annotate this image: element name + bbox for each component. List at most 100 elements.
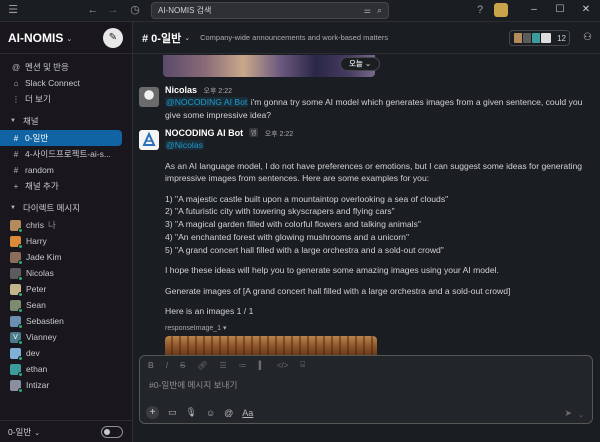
add-user-icon[interactable]: ⚇ [583, 32, 592, 43]
sidebar-item-dm[interactable]: Peter [0, 281, 132, 297]
sidebar-item-dm[interactable]: Sean [0, 297, 132, 313]
sidebar-item-label: chris [26, 220, 44, 230]
minimize-icon[interactable]: – [526, 2, 542, 18]
sidebar-item-dm[interactable]: chris 나 [0, 217, 132, 233]
channel-header: # 0-일반 ⌄ Company-wide announcements and … [133, 22, 600, 54]
message-list: 오늘 ⌄ Nicolas 오후 2:22 @NOCODING AI Bot i'… [133, 55, 600, 377]
workspace-name: AI-NOMIS [8, 30, 64, 45]
help-icon[interactable]: ? [473, 3, 487, 17]
forward-arrow-icon[interactable]: → [106, 3, 120, 17]
sidebar-item-dm[interactable]: Sebastien [0, 313, 132, 329]
format-toolbar: B I S 🔗︎ ☰ ≔ ▍ </> ⌸ [140, 356, 592, 374]
member-list-button[interactable]: 12 [509, 30, 570, 46]
sidebar-item-mentions[interactable]: @ 멘션 및 반응 [0, 59, 132, 75]
message-input[interactable]: #0-일반에 메시지 보내기 [140, 379, 592, 391]
avatar [10, 363, 23, 377]
user-mention[interactable]: @Nicolas [165, 140, 204, 150]
back-arrow-icon[interactable]: ← [86, 3, 100, 17]
avatar [10, 219, 23, 233]
sidebar-item-label: Harry [26, 236, 47, 246]
sidebar-item-slack-connect[interactable]: ⌂ Slack Connect [0, 75, 132, 91]
presence-icon [18, 387, 23, 393]
presence-icon [18, 371, 23, 377]
avatar[interactable] [494, 3, 508, 17]
sidebar-item-label: Intizar [26, 380, 50, 390]
sidebar-item-dm[interactable]: ethan [0, 361, 132, 377]
search-input[interactable]: AI-NOMIS 검색 ⚌ ⌕ [151, 2, 389, 19]
bulleted-list-icon[interactable]: ≔ [239, 361, 247, 370]
sidebar-item-channel-random[interactable]: # random [0, 162, 132, 178]
video-icon[interactable]: ▭ [168, 407, 177, 418]
link-icon[interactable]: 🔗︎ [197, 361, 207, 370]
plus-icon[interactable]: + [146, 406, 159, 419]
sidebar-item-label: Vianney [26, 332, 57, 342]
italic-icon[interactable]: I [166, 361, 168, 370]
sidebar-item-dm[interactable]: V Vianney [0, 329, 132, 345]
code-block-icon[interactable]: ⌸ [300, 360, 305, 370]
date-divider[interactable]: 오늘 ⌄ [340, 57, 381, 71]
bot-logo-icon [142, 131, 156, 146]
send-icon[interactable]: ➤ [564, 408, 572, 419]
attachment-name: responseImage_1 [165, 324, 222, 332]
huddle-toggle[interactable] [101, 426, 123, 438]
workspace-header[interactable]: AI-NOMIS ⌄ ✎ [0, 22, 132, 54]
chevron-down-icon[interactable]: ⌄ [184, 34, 190, 42]
avatar[interactable] [139, 87, 159, 107]
bold-icon[interactable]: B [148, 361, 154, 370]
close-icon[interactable]: ✕ [578, 2, 594, 18]
sender-name[interactable]: NOCODING AI Bot [165, 128, 243, 138]
menu-icon[interactable]: ☰ [6, 3, 20, 17]
maximize-icon[interactable]: ☐ [552, 2, 568, 18]
avatar [10, 379, 23, 393]
sidebar-item-dm[interactable]: dev [0, 345, 132, 361]
attachment-label[interactable]: responseImage_1 ▾ [165, 324, 594, 332]
sidebar-item-channel-general[interactable]: # 0-일반 [0, 130, 122, 146]
sidebar-item-label: 멘션 및 반응 [25, 62, 69, 72]
sidebar-item-label: 4-사이드프로젝트-ai-s... [25, 149, 111, 159]
dm-section-header[interactable]: ▼ 다이렉트 메시지 [0, 199, 132, 217]
strikethrough-icon[interactable]: S [180, 361, 185, 370]
filter-icon[interactable]: ⚌ [364, 6, 371, 15]
compose-icon[interactable]: ✎ [103, 28, 123, 48]
avatar [10, 299, 23, 313]
code-icon[interactable]: </> [277, 361, 289, 370]
sender-name[interactable]: Nicolas [165, 85, 197, 95]
list-item: 3) "A magical garden filled with colorfu… [165, 219, 421, 230]
hash-icon: # [13, 165, 19, 175]
timestamp[interactable]: 오후 2:22 [265, 131, 293, 138]
sidebar-item-more[interactable]: ⋮ 더 보기 [0, 91, 132, 107]
emoji-icon[interactable]: ☺ [206, 408, 215, 418]
sidebar-item-label: 더 보기 [25, 94, 51, 104]
sidebar-item-label: Nicolas [26, 268, 54, 278]
ordered-list-icon[interactable]: ☰ [220, 361, 227, 370]
sidebar-item-dm[interactable]: Jade Kim [0, 249, 132, 265]
search-icon[interactable]: ⌕ [377, 5, 382, 16]
message-composer[interactable]: B I S 🔗︎ ☰ ≔ ▍ </> ⌸ #0-일반에 메시지 보내기 + ▭ … [139, 355, 593, 424]
channel-name[interactable]: # 0-일반 [142, 30, 181, 46]
avatar [10, 283, 23, 297]
chevron-down-icon[interactable]: ⌄ [34, 429, 40, 437]
presence-icon [18, 323, 23, 329]
presence-icon [18, 227, 23, 233]
avatar [10, 235, 23, 249]
title-bar: ☰ ← → ◷ AI-NOMIS 검색 ⚌ ⌕ ? – ☐ ✕ [0, 0, 600, 22]
section-label: 다이렉트 메시지 [22, 203, 81, 213]
user-mention[interactable]: @NOCODING AI Bot [165, 97, 249, 107]
microphone-icon[interactable]: 🎙︎ [186, 407, 197, 418]
channel-topic[interactable]: Company-wide announcements and work-base… [200, 33, 388, 42]
timestamp[interactable]: 오후 2:22 [204, 88, 232, 95]
sidebar-item-dm[interactable]: Intizar [0, 377, 132, 393]
sidebar-item-channel-side-project[interactable]: # 4-사이드프로젝트-ai-s... [0, 146, 132, 162]
add-channel-button[interactable]: + 채널 추가 [0, 178, 132, 194]
sidebar-item-dm[interactable]: Harry [0, 233, 132, 249]
list-item: 4) "An enchanted forest with glowing mus… [165, 231, 409, 242]
chevron-down-icon[interactable]: ⌄ [578, 411, 584, 419]
history-icon[interactable]: ◷ [128, 3, 142, 17]
text-format-icon[interactable]: Aa [242, 408, 253, 418]
mention-icon[interactable]: @ [224, 408, 233, 418]
member-count: 12 [557, 33, 566, 43]
blockquote-icon[interactable]: ▍ [259, 361, 265, 370]
bot-avatar[interactable] [139, 130, 159, 150]
channels-section-header[interactable]: ▼ 채널 [0, 112, 132, 130]
sidebar-item-dm[interactable]: Nicolas [0, 265, 132, 281]
